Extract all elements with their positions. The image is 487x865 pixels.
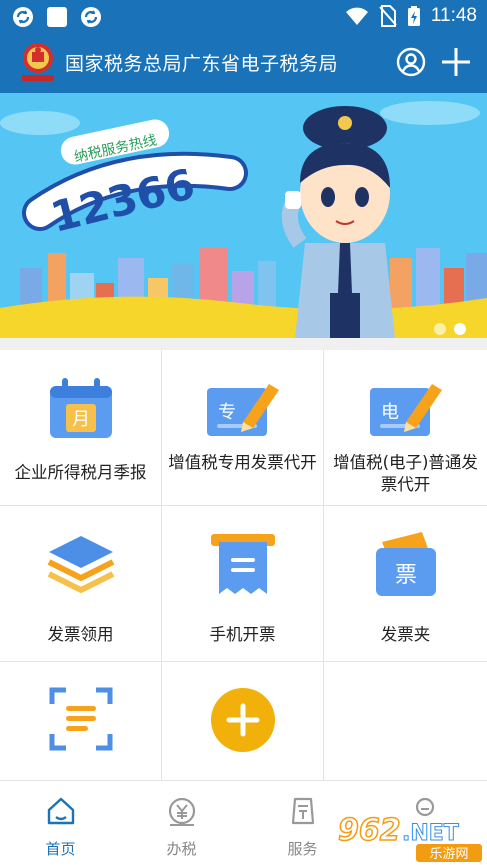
service-scan[interactable]: [0, 662, 162, 780]
service-label: 增值税专用发票代开: [168, 453, 317, 472]
svg-text:专: 专: [218, 402, 236, 423]
app-title: 国家税务总局广东省电子税务局: [65, 53, 339, 75]
service-icon: [291, 797, 314, 825]
service-label: 增值税(电子)普通发票代开: [333, 453, 478, 494]
status-right-icons: 11:48: [345, 5, 477, 27]
service-vat-special-invoice[interactable]: 专 增值税专用发票代开: [162, 350, 324, 506]
tab-home[interactable]: 首页: [0, 781, 121, 865]
service-add-more[interactable]: [162, 662, 324, 780]
tab-tax-handling[interactable]: 办税: [121, 781, 242, 865]
svg-text:962: 962: [338, 813, 401, 848]
sync-icon: [13, 7, 33, 27]
battery-charging-icon: [407, 6, 420, 26]
service-empty-slot: [324, 662, 487, 780]
tab-label: 办税: [166, 840, 197, 858]
tax-emblem-icon: [22, 43, 54, 81]
status-left-icons: [12, 6, 102, 28]
calendar-month-icon: 月: [49, 378, 112, 438]
banner-illustration: 纳税服务热线 12366: [0, 93, 487, 338]
no-sim-icon: [379, 5, 397, 27]
home-icon: [47, 797, 74, 825]
promo-banner[interactable]: 纳税服务热线 12366: [0, 93, 487, 338]
add-circle-icon: [210, 688, 275, 752]
wifi-icon: [345, 7, 368, 25]
service-grid: 月 企业所得税月季报 专 增值税专用发票代开 电 增值税(电子)普通发票代开 发…: [0, 350, 487, 780]
yen-coin-icon: [168, 797, 195, 826]
svg-text:票: 票: [394, 563, 416, 588]
service-label: 手机开票: [209, 625, 276, 644]
service-label: 发票领用: [47, 625, 114, 644]
status-time: 11:48: [430, 5, 477, 26]
special-invoice-pen-icon: 专: [206, 384, 279, 436]
status-bar: 11:48: [0, 0, 487, 33]
receipt-printer-icon: [210, 534, 275, 594]
svg-text:乐游网: 乐游网: [429, 847, 468, 862]
svg-text:月: 月: [72, 409, 90, 430]
service-invoice-collect[interactable]: 发票领用: [0, 506, 162, 662]
app-square-icon: [47, 7, 67, 27]
svg-text:.NET: .NET: [402, 821, 459, 846]
user-icon[interactable]: [396, 47, 426, 77]
invoice-folder-icon: 票: [375, 532, 436, 596]
sync-icon: [81, 7, 101, 27]
carousel-dot-active: [454, 323, 466, 335]
service-label: 发票夹: [380, 625, 431, 644]
site-watermark: 962 .NET 乐游网: [336, 812, 486, 864]
carousel-dot: [434, 323, 446, 335]
service-label: 企业所得税月季报: [14, 463, 147, 482]
app-header: 国家税务总局广东省电子税务局: [0, 33, 487, 93]
service-vat-electronic-invoice[interactable]: 电 增值税(电子)普通发票代开: [324, 350, 487, 506]
electronic-invoice-pen-icon: 电: [369, 384, 442, 436]
service-corporate-tax-report[interactable]: 月 企业所得税月季报: [0, 350, 162, 506]
section-divider: [0, 338, 487, 350]
scan-icon: [49, 687, 112, 751]
tab-label: 首页: [45, 840, 76, 858]
service-invoice-folder[interactable]: 票 发票夹: [324, 506, 487, 662]
layers-icon: [47, 536, 114, 593]
svg-text:电: 电: [381, 402, 399, 423]
service-mobile-invoicing[interactable]: 手机开票: [162, 506, 324, 662]
watermark-logo: 962 .NET 乐游网: [337, 812, 482, 862]
plus-icon[interactable]: [440, 46, 472, 78]
